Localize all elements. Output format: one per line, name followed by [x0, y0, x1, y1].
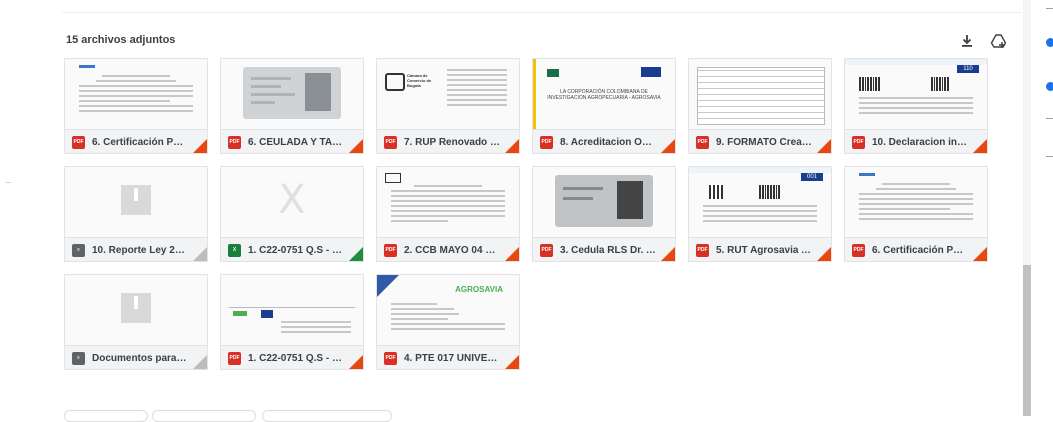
download-icon [962, 35, 972, 47]
left-edge-mark [6, 182, 11, 183]
pdf-icon: PDF [72, 135, 85, 149]
pdf-icon: PDF [384, 351, 397, 365]
certificate-text: LA CORPORACIÓN COLOMBIANA DE INVESTIGACI… [547, 89, 661, 101]
side-panel-divider [1046, 156, 1053, 157]
attachment-thumbnail [65, 59, 207, 129]
attachment-card[interactable]: LA CORPORACIÓN COLOMBIANA DE INVESTIGACI… [532, 58, 676, 154]
attachment-thumbnail [377, 167, 519, 237]
attachment-card[interactable]: ≡ 10. Reporte Ley 20... [64, 166, 208, 262]
file-type-corner [817, 247, 831, 261]
attachment-thumbnail: 001 [689, 167, 831, 237]
reply-chip[interactable] [64, 410, 148, 422]
attachment-thumbnail [65, 275, 207, 345]
pdf-icon: PDF [696, 243, 709, 257]
attachments-count-title: 15 archivos adjuntos [66, 34, 176, 46]
file-type-corner [973, 247, 987, 261]
attachment-thumbnail [221, 275, 363, 345]
attachment-card[interactable]: 001 PDF 5. RUT Agrosavia A... [688, 166, 832, 262]
pdf-icon: PDF [540, 243, 553, 257]
scrollbar-thumb[interactable] [1023, 265, 1031, 416]
attachment-card[interactable]: PDF 9. FORMATO Creac... [688, 58, 832, 154]
spreadsheet-icon: X [228, 243, 241, 257]
attachment-filename: 1. C22-0751 Q.S - F... [248, 244, 344, 256]
add-to-drive-button[interactable] [990, 32, 1008, 50]
attachment-card[interactable]: PDF 6. Certificación Par... [64, 58, 208, 154]
file-type-corner [193, 247, 207, 261]
attachment-card[interactable]: X X 1. C22-0751 Q.S - F... [220, 166, 364, 262]
file-type-corner [349, 139, 363, 153]
pdf-icon: PDF [384, 243, 397, 257]
pdf-icon: PDF [852, 135, 865, 149]
attachment-card[interactable]: AGROSAVIA PDF 4. PTE 017 UNIVER... [376, 274, 520, 370]
file-type-corner [349, 355, 363, 369]
attachment-thumbnail [689, 59, 831, 129]
attachment-thumbnail: X [221, 167, 363, 237]
attachment-filename: 1. C22-0751 Q.S - F... [248, 352, 344, 364]
reply-all-chip[interactable] [152, 410, 256, 422]
attachment-card[interactable]: 110 PDF 10. Declaracion ing... [844, 58, 988, 154]
attachment-thumbnail [65, 167, 207, 237]
attachment-filename: Documentos para t... [92, 352, 188, 364]
document-icon: ≡ [72, 351, 85, 365]
form-number-badge: 001 [801, 173, 823, 181]
agrosavia-logo: AGROSAVIA [455, 285, 503, 294]
attachment-filename: 7. RUP Renovado 2... [404, 136, 500, 148]
file-type-corner [349, 247, 363, 261]
attachment-thumbnail: 110 [845, 59, 987, 129]
file-type-corner [505, 247, 519, 261]
attachment-filename: 2. CCB MAYO 04 D... [404, 244, 500, 256]
attachment-thumbnail [845, 167, 987, 237]
side-panel-divider [1046, 118, 1053, 119]
pdf-icon: PDF [228, 351, 241, 365]
file-type-corner [661, 139, 675, 153]
ccb-logo-text: Cámara de Comercio de Bogotá [407, 73, 432, 88]
attachment-filename: 3. Cedula RLS Dr. A... [560, 244, 656, 256]
attachment-thumbnail: LA CORPORACIÓN COLOMBIANA DE INVESTIGACI… [533, 59, 675, 129]
file-type-corner [193, 139, 207, 153]
attachment-thumbnail [533, 167, 675, 237]
attachment-filename: 6. Certificación Par... [872, 244, 968, 256]
attachment-card[interactable]: PDF 2. CCB MAYO 04 D... [376, 166, 520, 262]
attachment-filename: 6. CEULADA Y TAR... [248, 136, 344, 148]
attachment-filename: 8. Acreditacion ON... [560, 136, 656, 148]
add-to-drive-icon [990, 34, 1007, 48]
file-type-corner [505, 355, 519, 369]
attachment-card[interactable]: PDF 6. Certificación Par... [844, 166, 988, 262]
download-all-button[interactable] [958, 32, 976, 50]
attachment-card[interactable]: ≡ Documentos para t... [64, 274, 208, 370]
attachment-thumbnail [221, 59, 363, 129]
pdf-icon: PDF [852, 243, 865, 257]
form-number-badge: 110 [957, 65, 979, 73]
pdf-icon: PDF [384, 135, 397, 149]
pdf-icon: PDF [540, 135, 553, 149]
pdf-icon: PDF [696, 135, 709, 149]
side-panel-app-icon[interactable] [1046, 38, 1053, 47]
side-panel-divider [1046, 8, 1053, 9]
file-type-corner [817, 139, 831, 153]
attachment-card[interactable]: Cámara de Comercio de Bogotá PDF 7. RUP R… [376, 58, 520, 154]
top-divider [62, 12, 1022, 13]
attachment-filename: 4. PTE 017 UNIVER... [404, 352, 500, 364]
attachment-filename: 6. Certificación Par... [92, 136, 188, 148]
attachment-thumbnail: AGROSAVIA [377, 275, 519, 345]
attachment-filename: 5. RUT Agrosavia A... [716, 244, 812, 256]
side-panel-app-icon[interactable] [1046, 82, 1053, 91]
attachment-filename: 10. Reporte Ley 20... [92, 244, 188, 256]
file-type-corner [505, 139, 519, 153]
attachment-filename: 9. FORMATO Creac... [716, 136, 812, 148]
forward-chip[interactable] [262, 410, 392, 422]
attachment-card[interactable]: PDF 3. Cedula RLS Dr. A... [532, 166, 676, 262]
file-type-corner [193, 355, 207, 369]
spreadsheet-placeholder-icon: X [278, 177, 306, 223]
attachment-card[interactable]: PDF 1. C22-0751 Q.S - F... [220, 274, 364, 370]
file-type-corner [973, 139, 987, 153]
attachment-thumbnail: Cámara de Comercio de Bogotá [377, 59, 519, 129]
file-type-corner [661, 247, 675, 261]
pdf-icon: PDF [228, 135, 241, 149]
attachment-filename: 10. Declaracion ing... [872, 136, 968, 148]
document-icon: ≡ [72, 243, 85, 257]
attachment-card[interactable]: PDF 6. CEULADA Y TAR... [220, 58, 364, 154]
